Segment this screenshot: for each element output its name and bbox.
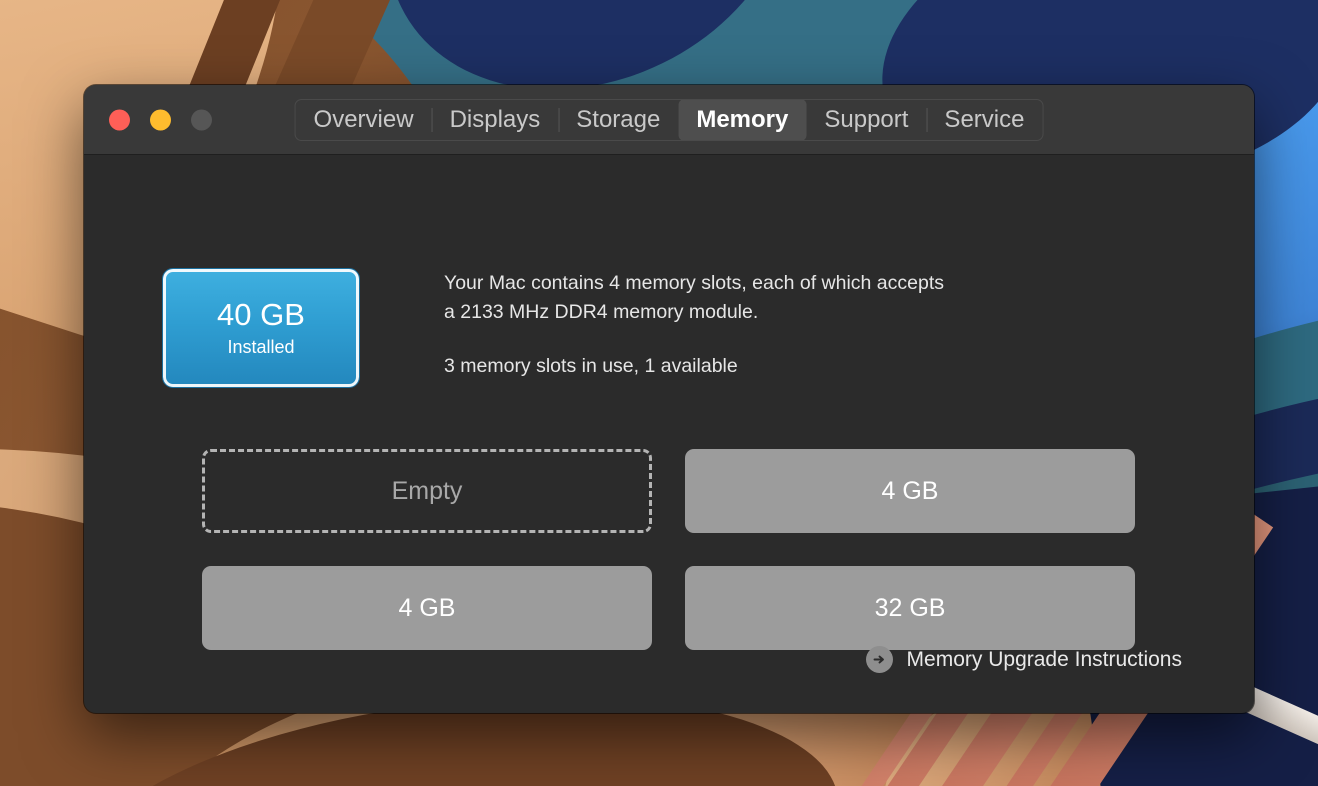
arrow-right-circle-icon bbox=[865, 646, 893, 673]
close-button[interactable] bbox=[109, 109, 130, 130]
installed-memory-amount: 40 GB bbox=[217, 297, 305, 333]
memory-slot-2[interactable]: 4 GB bbox=[685, 449, 1135, 533]
tab-bar: Overview Displays Storage Memory Support… bbox=[294, 98, 1044, 141]
memory-upgrade-instructions-label: Memory Upgrade Instructions bbox=[906, 647, 1182, 671]
about-this-mac-window: Overview Displays Storage Memory Support… bbox=[84, 85, 1254, 713]
description-line-2: a 2133 MHz DDR4 memory module. bbox=[444, 301, 759, 324]
tab-service[interactable]: Service bbox=[926, 100, 1042, 140]
memory-description: Your Mac contains 4 memory slots, each o… bbox=[444, 269, 1084, 381]
tab-storage[interactable]: Storage bbox=[558, 100, 678, 140]
tab-memory[interactable]: Memory bbox=[678, 99, 807, 140]
installed-memory-badge: 40 GB Installed bbox=[162, 268, 360, 388]
memory-slot-grid: Empty 4 GB 4 GB 32 GB bbox=[202, 449, 1135, 650]
memory-slot-4[interactable]: 32 GB bbox=[685, 566, 1135, 650]
slots-in-use-text: 3 memory slots in use, 1 available bbox=[444, 354, 738, 377]
memory-slot-1[interactable]: Empty bbox=[202, 449, 652, 533]
window-titlebar: Overview Displays Storage Memory Support… bbox=[84, 85, 1254, 155]
traffic-light-buttons bbox=[109, 109, 212, 130]
minimize-button[interactable] bbox=[150, 109, 171, 130]
maximize-button[interactable] bbox=[191, 109, 212, 130]
memory-panel: 40 GB Installed Your Mac contains 4 memo… bbox=[84, 155, 1254, 713]
tab-displays[interactable]: Displays bbox=[431, 100, 559, 140]
tab-support[interactable]: Support bbox=[806, 100, 926, 140]
installed-memory-caption: Installed bbox=[227, 336, 295, 357]
memory-upgrade-instructions-link[interactable]: Memory Upgrade Instructions bbox=[865, 646, 1182, 673]
tab-overview[interactable]: Overview bbox=[296, 100, 432, 140]
memory-slot-3[interactable]: 4 GB bbox=[202, 566, 652, 650]
desktop-wallpaper: Overview Displays Storage Memory Support… bbox=[0, 0, 1318, 786]
description-line-1: Your Mac contains 4 memory slots, each o… bbox=[444, 272, 945, 294]
